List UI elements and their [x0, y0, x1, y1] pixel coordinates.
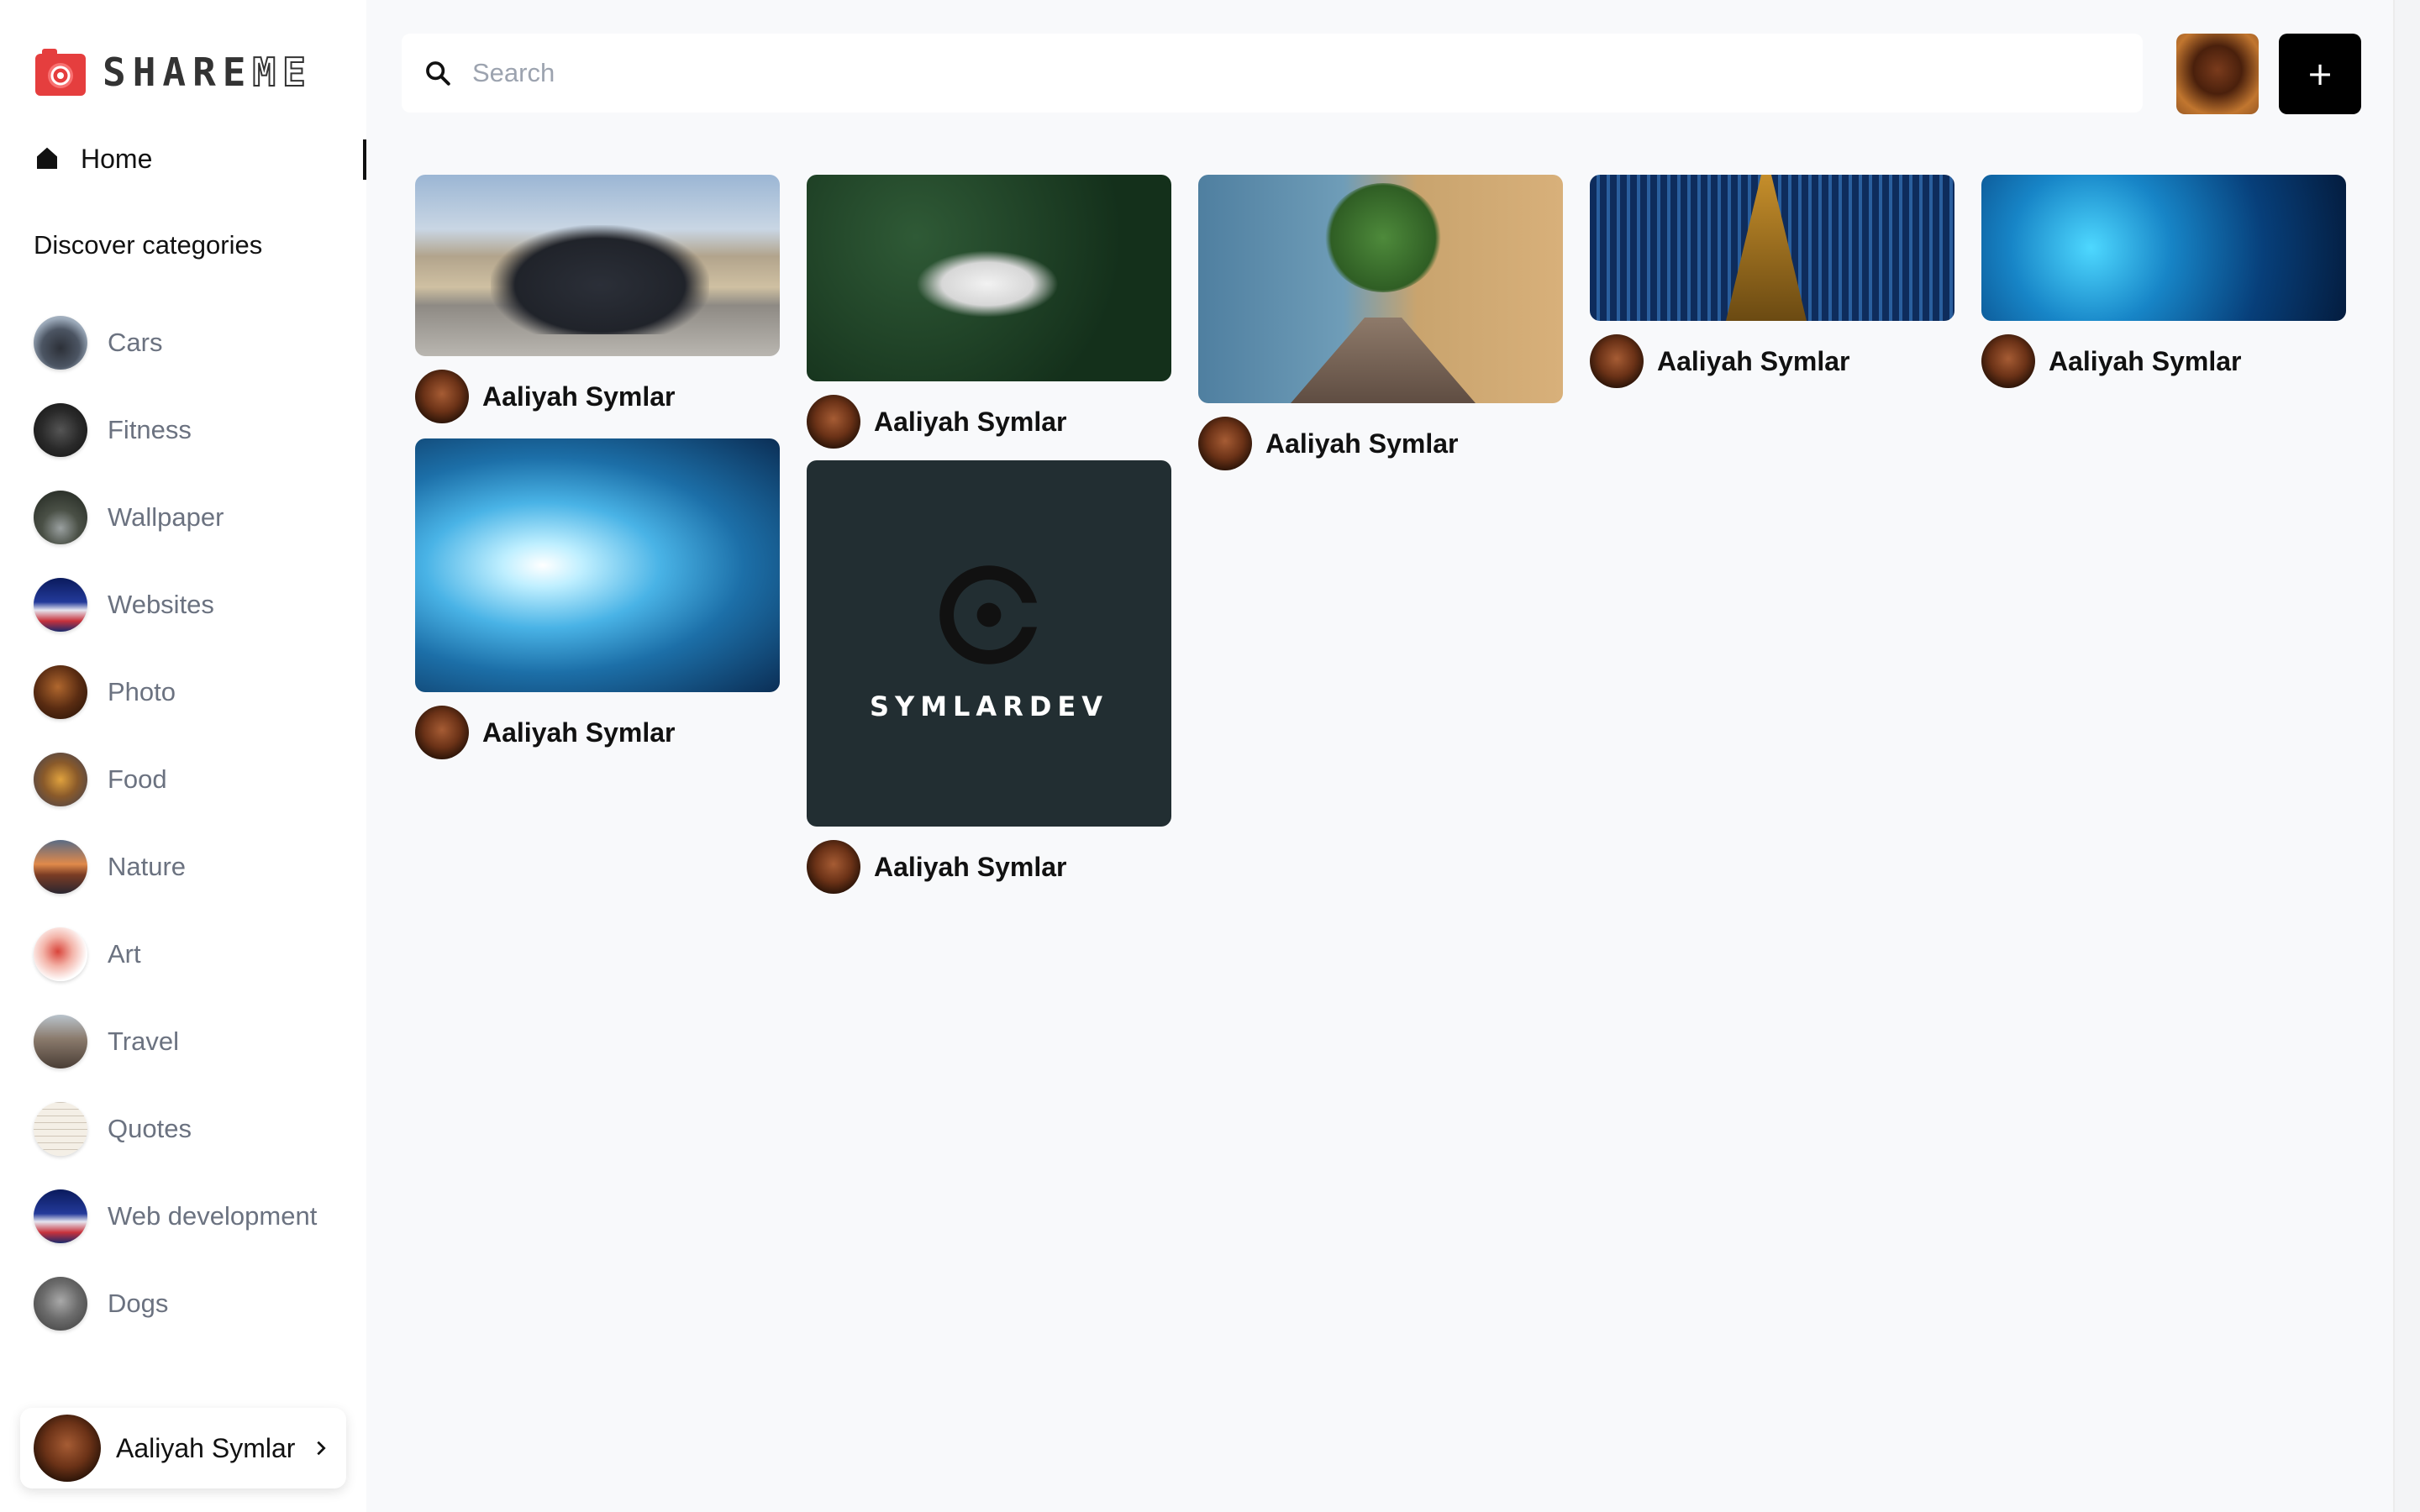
pin-author[interactable]: Aaliyah Symlar	[807, 840, 1171, 894]
sidebar-item-fitness[interactable]: Fitness	[34, 386, 366, 474]
category-label: Cars	[108, 328, 163, 357]
pin-author[interactable]: Aaliyah Symlar	[415, 706, 780, 759]
header-user-avatar[interactable]	[2176, 34, 2259, 114]
travel-thumbnail	[34, 1015, 87, 1068]
app-root: SHAREME Home Discover categories Cars Fi…	[0, 0, 2420, 1512]
author-avatar	[807, 395, 860, 449]
category-label: Dogs	[108, 1289, 169, 1318]
author-avatar	[1981, 334, 2035, 388]
pin-image-ai-face[interactable]	[1981, 175, 2346, 321]
app-logo[interactable]: SHAREME	[34, 45, 313, 99]
pin-image-binary-road[interactable]	[1590, 175, 1954, 321]
author-name: Aaliyah Symlar	[2049, 345, 2242, 376]
dogs-thumbnail	[34, 1277, 87, 1331]
author-name: Aaliyah Symlar	[1265, 428, 1459, 459]
author-name: Aaliyah Symlar	[1657, 345, 1850, 376]
pin-card[interactable]: Aaliyah Symlar	[807, 175, 1171, 449]
author-name: Aaliyah Symlar	[482, 381, 676, 412]
profile-name: Aaliyah Symlar	[116, 1432, 296, 1463]
sidebar-item-food[interactable]: Food	[34, 736, 366, 823]
sidebar-item-travel[interactable]: Travel	[34, 998, 366, 1085]
category-list: Cars Fitness Wallpaper Websites Photo Fo…	[34, 299, 366, 1347]
symlardev-text: SYMLARDEV	[869, 690, 1109, 722]
create-pin-button[interactable]: +	[2279, 34, 2361, 114]
pin-card[interactable]: SYMLARDEV Aaliyah Symlar	[807, 460, 1171, 894]
cars-thumbnail	[34, 316, 87, 370]
sidebar-item-quotes[interactable]: Quotes	[34, 1085, 366, 1173]
pin-card[interactable]: Aaliyah Symlar	[415, 175, 780, 423]
home-label: Home	[81, 143, 153, 174]
pin-image-tunnel[interactable]	[415, 438, 780, 692]
sidebar-item-dogs[interactable]: Dogs	[34, 1260, 366, 1347]
pin-author[interactable]: Aaliyah Symlar	[807, 395, 1171, 449]
photo-thumbnail	[34, 665, 87, 719]
sidebar-item-nature[interactable]: Nature	[34, 823, 366, 911]
pin-image-symlardev[interactable]: SYMLARDEV	[807, 460, 1171, 827]
category-label: Nature	[108, 852, 187, 881]
sidebar-item-art[interactable]: Art	[34, 911, 366, 998]
logo-text: SHAREME	[103, 49, 313, 96]
category-label: Quotes	[108, 1114, 192, 1143]
category-label: Art	[108, 939, 141, 969]
wallpaper-thumbnail	[34, 491, 87, 544]
search-icon	[426, 61, 450, 86]
logo-text-share: SHARE	[103, 50, 253, 95]
web-development-thumbnail	[34, 1189, 87, 1243]
sidebar-item-home[interactable]: Home	[34, 134, 366, 183]
author-avatar	[1590, 334, 1644, 388]
active-indicator	[363, 139, 366, 180]
pin-card[interactable]: Aaliyah Symlar	[1590, 175, 1954, 388]
author-avatar	[807, 840, 860, 894]
pin-card[interactable]: Aaliyah Symlar	[1981, 175, 2346, 388]
sidebar-item-photo[interactable]: Photo	[34, 648, 366, 736]
sidebar: SHAREME Home Discover categories Cars Fi…	[0, 0, 366, 1512]
nature-thumbnail	[34, 840, 87, 894]
chevron-right-icon	[317, 1441, 327, 1456]
scrollbar-track[interactable]	[2393, 0, 2420, 1512]
category-label: Travel	[108, 1026, 179, 1056]
user-profile-link[interactable]: Aaliyah Symlar	[20, 1408, 346, 1488]
author-avatar	[415, 370, 469, 423]
quotes-thumbnail	[34, 1102, 87, 1156]
discover-categories-heading: Discover categories	[34, 230, 263, 260]
category-label: Food	[108, 764, 167, 794]
category-label: Photo	[108, 677, 176, 706]
food-thumbnail	[34, 753, 87, 806]
author-avatar	[1198, 417, 1252, 470]
pin-image-drone[interactable]	[807, 175, 1171, 381]
category-label: Wallpaper	[108, 502, 224, 532]
fitness-thumbnail	[34, 403, 87, 457]
camera-icon	[35, 49, 86, 96]
websites-thumbnail	[34, 578, 87, 632]
sidebar-item-web-development[interactable]: Web development	[34, 1173, 366, 1260]
sidebar-item-websites[interactable]: Websites	[34, 561, 366, 648]
category-label: Fitness	[108, 415, 192, 444]
sidebar-item-wallpaper[interactable]: Wallpaper	[34, 474, 366, 561]
pin-author[interactable]: Aaliyah Symlar	[1981, 334, 2346, 388]
pin-author[interactable]: Aaliyah Symlar	[1198, 417, 1563, 470]
author-name: Aaliyah Symlar	[482, 717, 676, 748]
art-thumbnail	[34, 927, 87, 981]
pin-card[interactable]: Aaliyah Symlar	[1198, 175, 1563, 470]
pin-author[interactable]: Aaliyah Symlar	[415, 370, 780, 423]
logo-text-me: ME	[251, 49, 313, 96]
author-avatar	[415, 706, 469, 759]
pin-image-car[interactable]	[415, 175, 780, 356]
category-label: Web development	[108, 1201, 318, 1231]
pin-author[interactable]: Aaliyah Symlar	[1590, 334, 1954, 388]
category-label: Websites	[108, 590, 214, 619]
pin-card[interactable]: Aaliyah Symlar	[415, 438, 780, 759]
author-name: Aaliyah Symlar	[874, 851, 1067, 882]
search-bar	[402, 34, 2143, 113]
sidebar-item-cars[interactable]: Cars	[34, 299, 366, 386]
pin-image-pier[interactable]	[1198, 175, 1563, 403]
symlardev-logo-icon	[939, 565, 1039, 664]
avatar	[34, 1415, 101, 1482]
search-input[interactable]	[472, 58, 2069, 88]
author-name: Aaliyah Symlar	[874, 406, 1067, 437]
home-icon	[37, 147, 57, 169]
